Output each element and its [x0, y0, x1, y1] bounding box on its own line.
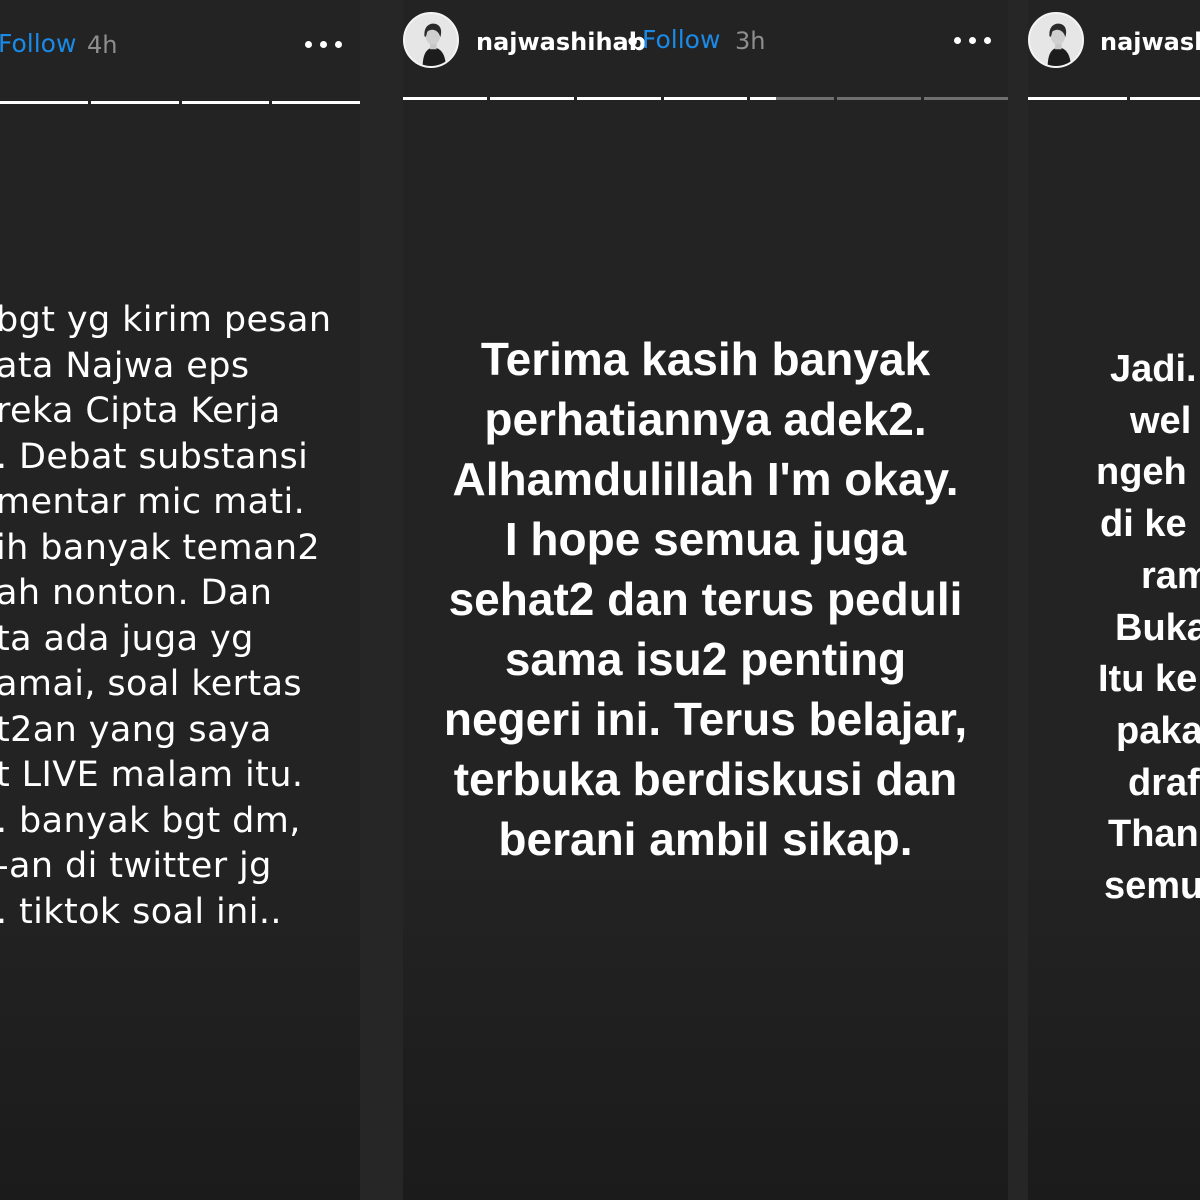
profile-photo — [1030, 14, 1082, 66]
profile-avatar[interactable] — [1028, 12, 1084, 68]
caption-line: I hope semua juga — [504, 513, 907, 565]
story-progress — [403, 97, 1008, 100]
caption-line: amai, soal kertas — [0, 664, 303, 704]
progress-fill — [1028, 97, 1127, 100]
caption-line: t LIVE malam itu. — [0, 755, 304, 795]
caption-line: perhatiannya adek2. — [484, 393, 927, 445]
caption-line: . banyak bgt dm, — [0, 800, 301, 841]
caption-line: di ke — [1100, 503, 1187, 546]
progress-fill — [403, 97, 487, 100]
more-options-icon[interactable] — [305, 41, 345, 51]
progress-fill — [1129, 97, 1200, 100]
progress-fill — [0, 101, 88, 104]
caption-line: -an di twitter jg — [0, 846, 272, 886]
caption-line: sama isu2 penting — [504, 633, 907, 685]
caption-line: Than — [1108, 813, 1199, 856]
story-header: Follow 4h — [0, 0, 360, 90]
username[interactable]: najwashihab — [476, 28, 646, 56]
profile-avatar[interactable] — [403, 12, 459, 68]
caption-line: . Debat substansi — [0, 436, 309, 477]
caption-line: reka Cipta Kerja — [0, 391, 281, 431]
story-progress — [1028, 97, 1200, 100]
progress-segment — [837, 97, 922, 100]
profile-photo — [405, 14, 457, 66]
story-gap — [360, 0, 403, 1200]
story-frame-3[interactable]: najwashi Jadi. wel ngeh di ke ram Buka Itu ke p… — [1028, 0, 1200, 1200]
progress-segment — [403, 97, 487, 100]
caption-line: . tiktok soal ini.. — [0, 891, 282, 932]
story-header: najwashihab • Follow 3h — [403, 0, 1008, 90]
caption-line: wel — [1130, 399, 1192, 442]
separator-dot: • — [625, 28, 641, 56]
progress-fill — [750, 97, 776, 100]
progress-segment — [576, 97, 661, 100]
follow-link[interactable]: Follow — [0, 29, 76, 58]
progress-fill — [181, 101, 270, 104]
progress-segment — [90, 101, 179, 104]
username[interactable]: najwashi — [1100, 28, 1200, 56]
caption-line: ih banyak teman2 — [0, 527, 321, 568]
caption-line: Alhamdulillah I'm okay. — [452, 453, 959, 505]
caption-line: negeri ini. Terus belajar, — [443, 693, 968, 745]
caption-line: sehat2 dan terus peduli — [448, 573, 963, 625]
story-header: najwashi — [1028, 0, 1200, 90]
caption-line: Itu ke — [1098, 658, 1198, 701]
caption-line: draf — [1128, 761, 1200, 804]
story-caption: bgt yg kirim pesan ata Najwa eps reka Cipt… — [0, 298, 331, 935]
progress-segment — [1028, 97, 1127, 100]
follow-link[interactable]: Follow — [642, 25, 720, 54]
post-time: 4h — [87, 31, 118, 59]
story-frame-1[interactable]: Follow 4h bgt yg kirim pesan ata Najwa ep… — [0, 0, 360, 1200]
progress-fill — [272, 101, 360, 104]
caption-line: Buka — [1115, 606, 1200, 649]
story-frame-2[interactable]: najwashihab • Follow 3h Terima kasih ban… — [403, 0, 1008, 1200]
progress-fill — [489, 97, 574, 100]
caption-line: ram — [1141, 554, 1200, 597]
caption-line: terbuka berdiskusi dan — [453, 753, 958, 805]
story-caption: Terima kasih banyak perhatiannya adek2. Al… — [403, 329, 1008, 869]
progress-segment — [750, 97, 835, 100]
caption-line: ah nonton. Dan — [0, 573, 273, 613]
caption-line: t2an yang saya — [0, 709, 272, 750]
caption-line: semu — [1104, 865, 1200, 908]
progress-segment — [0, 101, 88, 104]
story-caption: Jadi. wel ngeh di ke ram Buka Itu ke paka draf Th… — [1028, 344, 1200, 913]
progress-fill — [663, 97, 748, 100]
progress-fill — [90, 101, 179, 104]
post-time: 3h — [735, 27, 766, 55]
caption-line: ngeh — [1096, 451, 1187, 494]
progress-segment — [663, 97, 748, 100]
story-progress — [0, 101, 360, 104]
progress-segment — [489, 97, 574, 100]
caption-line: berani ambil sikap. — [498, 813, 913, 865]
caption-line: bgt yg kirim pesan — [0, 300, 332, 340]
progress-fill — [576, 97, 661, 100]
caption-line: Terima kasih banyak — [480, 333, 931, 385]
story-gap — [1008, 0, 1028, 1200]
caption-line: Jadi. — [1110, 348, 1197, 390]
progress-segment — [1129, 97, 1200, 100]
caption-line: paka — [1116, 709, 1200, 752]
progress-segment — [924, 97, 1008, 100]
caption-line: mentar mic mati. — [0, 482, 306, 522]
more-options-icon[interactable] — [954, 37, 994, 47]
caption-line: ata Najwa eps — [0, 345, 250, 386]
progress-segment — [272, 101, 360, 104]
caption-line: ta ada juga yg — [0, 618, 254, 659]
progress-segment — [181, 101, 270, 104]
